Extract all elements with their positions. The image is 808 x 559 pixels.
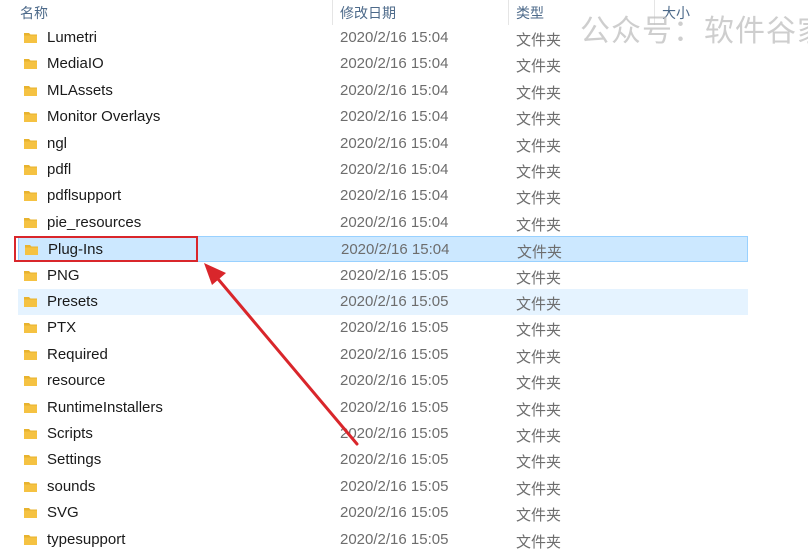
- annotation-arrow-icon: [204, 263, 359, 446]
